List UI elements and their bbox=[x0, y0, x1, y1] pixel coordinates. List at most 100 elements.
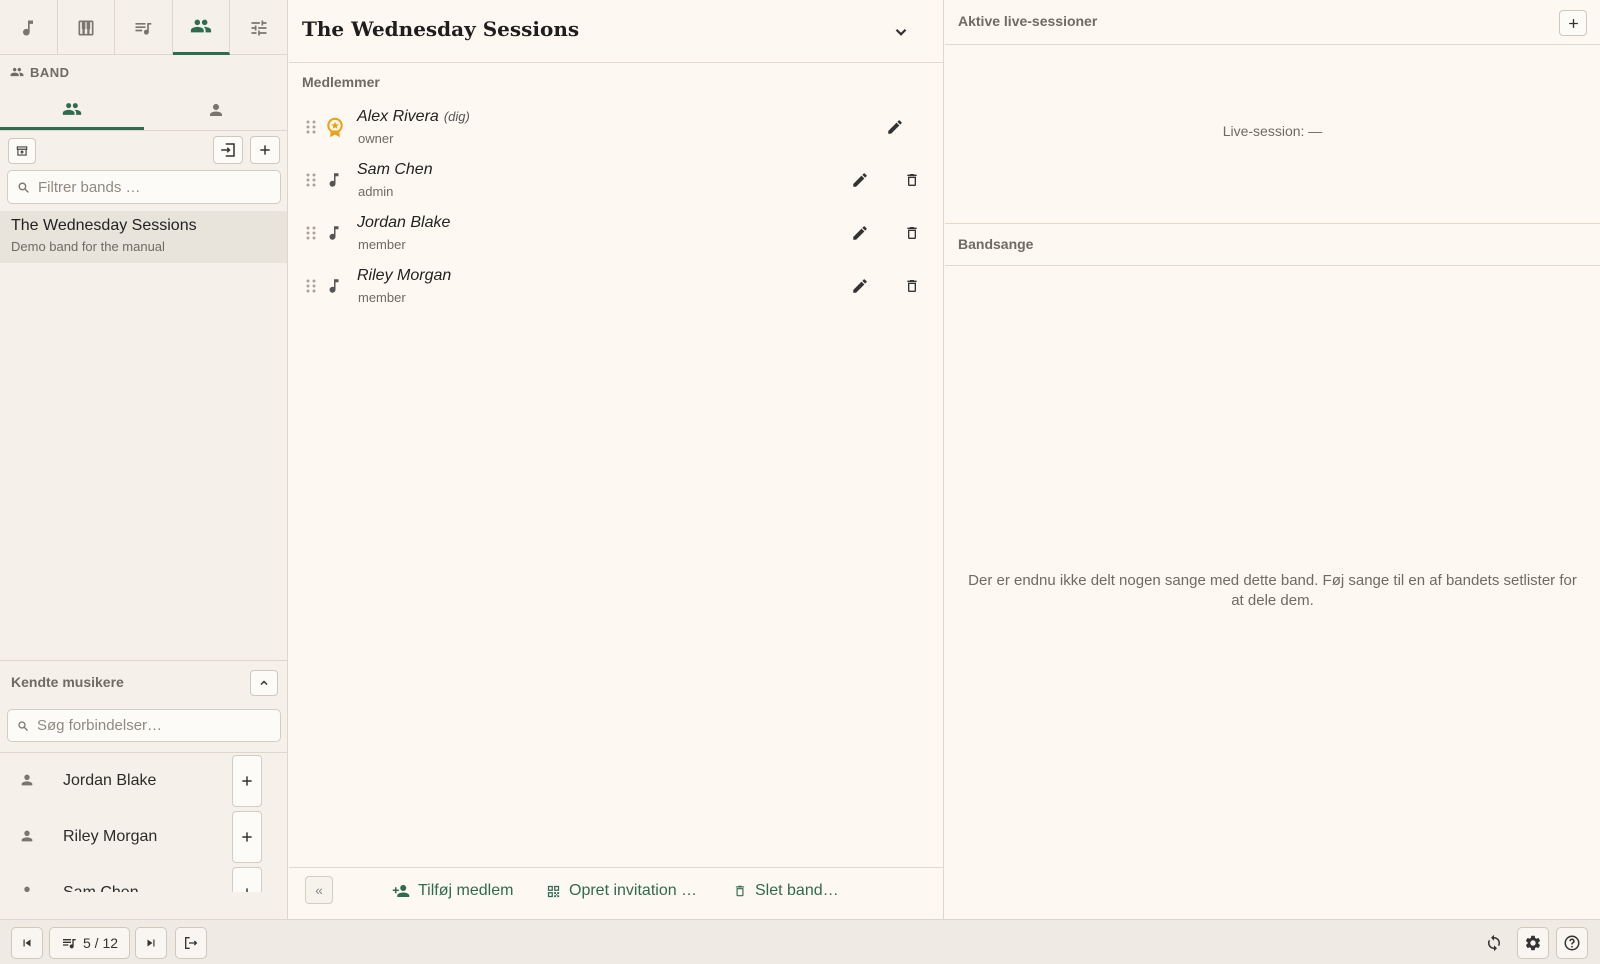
top-nav bbox=[0, 0, 288, 55]
pencil-icon bbox=[886, 118, 904, 136]
owner-badge-icon bbox=[325, 117, 345, 139]
add-musician-button[interactable] bbox=[232, 867, 262, 892]
pencil-icon bbox=[851, 277, 869, 295]
trash-icon bbox=[904, 224, 920, 242]
join-band-button[interactable] bbox=[213, 136, 243, 164]
trash-icon bbox=[904, 171, 920, 189]
help-button[interactable] bbox=[1556, 927, 1588, 959]
exit-button[interactable] bbox=[175, 927, 207, 959]
sync-button[interactable] bbox=[1478, 927, 1510, 959]
delete-member-button[interactable] bbox=[902, 223, 922, 243]
nav-tab-band[interactable] bbox=[172, 0, 231, 55]
plus-icon bbox=[258, 143, 272, 157]
connections-search-input[interactable] bbox=[37, 717, 267, 734]
edit-member-button[interactable] bbox=[850, 170, 870, 190]
musician-row: Sam Chen bbox=[0, 865, 287, 892]
double-chevron-left-icon: « bbox=[315, 882, 323, 898]
add-live-session-button[interactable] bbox=[1559, 10, 1587, 36]
nav-tab-piano[interactable] bbox=[58, 0, 116, 55]
drag-handle-icon[interactable] bbox=[306, 225, 316, 241]
plus-icon bbox=[1567, 17, 1580, 30]
qr-code-icon bbox=[546, 884, 561, 899]
nav-tab-songs[interactable] bbox=[0, 0, 58, 55]
live-sessions-header: Aktive live-sessioner bbox=[945, 0, 1600, 45]
band-subtabs bbox=[0, 90, 288, 131]
collapse-musicians-button[interactable] bbox=[250, 670, 278, 696]
setlist-progress: 5 / 12 bbox=[82, 935, 119, 951]
band-menu-toggle[interactable] bbox=[887, 18, 915, 46]
people-icon bbox=[10, 65, 24, 79]
member-role: member bbox=[358, 290, 406, 305]
plus-icon bbox=[240, 774, 254, 788]
trash-icon bbox=[904, 277, 920, 295]
self-tag: (dig) bbox=[443, 109, 470, 124]
collapse-sidebar-button[interactable]: « bbox=[305, 876, 333, 904]
delete-band-label: Slet band… bbox=[755, 882, 839, 899]
members-heading: Medlemmer bbox=[302, 74, 380, 90]
member-row[interactable]: Sam Chen admin bbox=[289, 154, 944, 206]
bottom-toolbar: 5 / 12 bbox=[0, 919, 1600, 964]
add-musician-button[interactable] bbox=[232, 755, 262, 807]
known-musicians-header: Kendte musikere bbox=[0, 660, 287, 704]
right-panel: Aktive live-sessioner Live-session: — Ba… bbox=[945, 0, 1600, 919]
archive-icon bbox=[15, 144, 29, 158]
band-filter-input[interactable] bbox=[38, 178, 268, 196]
edit-member-button[interactable] bbox=[850, 223, 870, 243]
sliders-icon bbox=[249, 18, 269, 38]
band-header: The Wednesday Sessions bbox=[289, 0, 944, 63]
delete-member-button[interactable] bbox=[902, 170, 922, 190]
next-song-button[interactable] bbox=[135, 927, 167, 959]
music-note-icon bbox=[18, 18, 38, 38]
band-list-item[interactable]: The Wednesday Sessions Demo band for the… bbox=[0, 211, 287, 263]
pencil-icon bbox=[851, 171, 869, 189]
nav-tab-settings[interactable] bbox=[230, 0, 288, 55]
delete-band-button[interactable]: Slet band… bbox=[733, 882, 839, 900]
member-role: owner bbox=[358, 131, 394, 146]
delete-member-button[interactable] bbox=[902, 276, 922, 296]
connections-search-field[interactable] bbox=[7, 709, 281, 742]
playlist-icon bbox=[61, 935, 77, 951]
member-name: Alex Rivera bbox=[357, 108, 439, 125]
previous-song-button[interactable] bbox=[11, 927, 43, 959]
musician-name: Riley Morgan bbox=[63, 828, 158, 845]
drag-handle-icon[interactable] bbox=[306, 119, 316, 135]
tab-profile[interactable] bbox=[144, 90, 288, 130]
tab-bands[interactable] bbox=[0, 90, 144, 130]
person-icon bbox=[19, 884, 35, 892]
music-note-icon bbox=[325, 223, 343, 243]
add-member-button[interactable]: Tilføj medlem bbox=[392, 882, 513, 900]
add-band-button[interactable] bbox=[250, 136, 280, 164]
skip-previous-icon bbox=[20, 936, 34, 950]
band-filter-field[interactable] bbox=[7, 170, 281, 204]
member-role: member bbox=[358, 237, 406, 252]
create-invitation-button[interactable]: Opret invitation … bbox=[546, 882, 697, 900]
nav-tab-setlists[interactable] bbox=[115, 0, 173, 55]
skip-next-icon bbox=[144, 936, 158, 950]
live-session-status: Live-session: — bbox=[1222, 123, 1323, 139]
archive-button[interactable] bbox=[8, 138, 36, 164]
member-row[interactable]: Alex Rivera (dig) owner bbox=[289, 101, 944, 153]
member-row[interactable]: Riley Morgan member bbox=[289, 260, 944, 312]
member-row[interactable]: Jordan Blake member bbox=[289, 207, 944, 259]
drag-handle-icon[interactable] bbox=[306, 172, 316, 188]
search-icon bbox=[17, 720, 29, 732]
add-musician-button[interactable] bbox=[232, 811, 262, 863]
band-description: Demo band for the manual bbox=[11, 239, 165, 254]
drag-handle-icon[interactable] bbox=[306, 278, 316, 294]
section-title: BAND bbox=[30, 64, 70, 80]
edit-member-button[interactable] bbox=[885, 117, 905, 137]
band-songs-header: Bandsange bbox=[945, 223, 1600, 266]
musician-name: Sam Chen bbox=[63, 884, 139, 892]
live-sessions-title: Aktive live-sessioner bbox=[958, 13, 1098, 29]
setlist-position-button[interactable]: 5 / 12 bbox=[49, 927, 130, 959]
band-songs-title: Bandsange bbox=[958, 236, 1034, 252]
chevron-down-icon bbox=[892, 23, 910, 41]
edit-member-button[interactable] bbox=[850, 276, 870, 296]
playlist-icon bbox=[133, 18, 153, 38]
chevron-up-icon bbox=[258, 677, 270, 689]
create-invitation-label: Opret invitation … bbox=[569, 882, 698, 899]
band-detail-panel: The Wednesday Sessions Medlemmer Alex Ri… bbox=[289, 0, 944, 919]
known-musicians-list: Jordan Blake Riley Morgan Sam Chen bbox=[0, 752, 287, 892]
settings-button[interactable] bbox=[1517, 927, 1549, 959]
member-name-wrap: Alex Rivera (dig) bbox=[357, 108, 470, 126]
